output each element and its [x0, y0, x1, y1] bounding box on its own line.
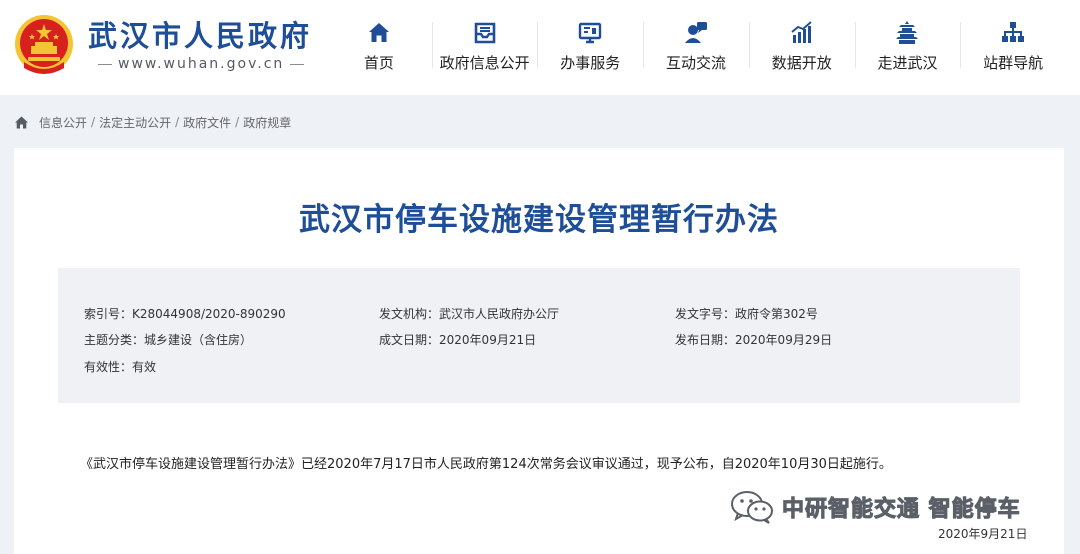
meta-value: 2020年09月21日: [439, 333, 537, 347]
meta-label: 主题分类：: [84, 333, 145, 347]
breadcrumb-item-info-public[interactable]: 信息公开: [39, 114, 87, 131]
nav-item-gov-info[interactable]: 政府信息公开: [431, 16, 538, 76]
meta-label: 索引号：: [84, 307, 133, 321]
inbox-icon: [474, 22, 495, 44]
meta-value: K28044908/2020-890290: [132, 307, 286, 321]
document-card: 武汉市停车设施建设管理暂行办法 索引号：K28044908/2020-89029…: [14, 148, 1064, 554]
watermark-text: 中研智能交通 智能停车: [782, 497, 1021, 523]
url-divider-left: [98, 63, 112, 65]
nav-item-interaction[interactable]: 互动交流: [643, 16, 749, 76]
meta-value: 有效: [132, 360, 157, 374]
breadcrumb-separator: /: [235, 115, 240, 129]
nav-item-site-group[interactable]: 站群导航: [960, 16, 1066, 76]
site-url: www.wuhan.gov.cn: [98, 56, 305, 72]
nav-item-home[interactable]: 首页: [326, 16, 432, 76]
main-nav: 首页 政府信息公开 办事服务 互动交流 数据开放 走进武汉 站群导航: [326, 16, 1066, 76]
watermark: 中研智能交通 智能停车: [730, 490, 1021, 524]
tower-icon: [896, 21, 919, 44]
monitor-icon: [579, 22, 602, 44]
meta-value: 城乡建设（含住房）: [144, 333, 253, 347]
home-icon: [368, 23, 389, 42]
bar-chart-icon: [791, 21, 812, 43]
breadcrumb-separator: /: [91, 115, 96, 129]
national-emblem-icon[interactable]: [14, 14, 74, 76]
document-body: 《武汉市停车设施建设管理暂行办法》已经2020年7月17日市人民政府第124次常…: [80, 457, 892, 472]
nav-label: 首页: [363, 54, 394, 72]
meta-index: 索引号：K28044908/2020-890290: [84, 306, 286, 322]
meta-validity: 有效性：有效: [84, 359, 156, 375]
document-meta-panel: 索引号：K28044908/2020-890290 发文机构：武汉市人民政府办公…: [58, 268, 1020, 403]
meta-label: 有效性：: [84, 360, 133, 374]
meta-published-date: 发布日期：2020年09月29日: [675, 332, 832, 348]
nav-label: 互动交流: [666, 54, 727, 72]
chat-user-icon: [685, 22, 708, 43]
breadcrumb-separator: /: [175, 115, 180, 129]
breadcrumb: 信息公开 / 法定主动公开 / 政府文件 / 政府规章: [14, 112, 291, 132]
nav-label: 数据开放: [771, 54, 832, 72]
document-date: 2020年9月21日: [938, 527, 1028, 541]
nav-item-open-data[interactable]: 数据开放: [748, 16, 855, 76]
home-icon[interactable]: [14, 115, 29, 130]
site-name[interactable]: 武汉市人民政府: [88, 18, 312, 54]
nav-label: 站群导航: [983, 54, 1044, 72]
breadcrumb-item-statutory[interactable]: 法定主动公开: [99, 114, 171, 131]
sitemap-icon: [1002, 22, 1025, 42]
wechat-icon: [731, 491, 773, 524]
breadcrumb-item-gov-rules[interactable]: 政府规章: [243, 114, 291, 131]
breadcrumb-item-gov-docs[interactable]: 政府文件: [183, 114, 231, 131]
meta-doc-number: 发文字号：政府令第302号: [675, 306, 818, 322]
meta-value: 武汉市人民政府办公厅: [439, 307, 560, 321]
site-header: 武汉市人民政府 www.wuhan.gov.cn 首页 政府信息公开 办事服务 …: [0, 0, 1080, 95]
meta-value: 政府令第302号: [735, 307, 818, 321]
site-url-text: www.wuhan.gov.cn: [118, 56, 285, 72]
url-divider-right: [290, 63, 305, 65]
nav-item-services[interactable]: 办事服务: [537, 16, 643, 76]
nav-item-about-wuhan[interactable]: 走进武汉: [854, 16, 961, 76]
meta-created-date: 成文日期：2020年09月21日: [379, 332, 536, 348]
meta-label: 发文机构：: [379, 307, 440, 321]
meta-topic: 主题分类：城乡建设（含住房）: [84, 332, 252, 348]
nav-label: 办事服务: [560, 54, 621, 72]
document-title: 武汉市停车设施建设管理暂行办法: [299, 202, 779, 238]
meta-value: 2020年09月29日: [735, 333, 833, 347]
meta-label: 发文字号：: [675, 307, 736, 321]
meta-agency: 发文机构：武汉市人民政府办公厅: [379, 306, 559, 322]
nav-label: 政府信息公开: [439, 54, 530, 72]
nav-label: 走进武汉: [877, 54, 938, 72]
meta-label: 发布日期：: [675, 333, 736, 347]
meta-label: 成文日期：: [379, 333, 440, 347]
